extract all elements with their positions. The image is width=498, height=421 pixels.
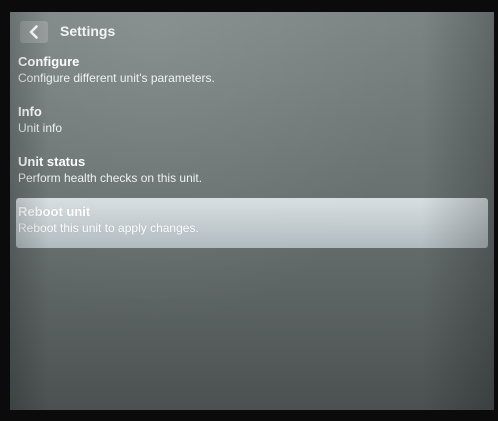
menu-item-title: Unit status	[18, 154, 86, 169]
chevron-left-icon	[29, 25, 38, 39]
settings-menu: Configure Configure different unit's par…	[10, 48, 494, 248]
menu-item-description: Perform health checks on this unit.	[18, 171, 203, 185]
menu-item-info[interactable]: Info Unit info	[10, 98, 494, 148]
page-title: Settings	[60, 23, 116, 39]
back-button[interactable]	[20, 21, 48, 43]
menu-item-description: Unit info	[18, 121, 63, 135]
menu-item-description: Configure different unit's parameters.	[18, 71, 215, 85]
menu-item-configure[interactable]: Configure Configure different unit's par…	[10, 48, 494, 98]
menu-item-title: Reboot unit	[18, 204, 91, 219]
menu-item-description: Reboot this unit to apply changes.	[18, 221, 199, 235]
app-header: Settings	[10, 12, 494, 46]
menu-item-reboot-unit[interactable]: Reboot unit Reboot this unit to apply ch…	[16, 198, 488, 248]
menu-item-title: Info	[18, 104, 42, 119]
menu-item-title: Configure	[18, 54, 80, 69]
menu-item-unit-status[interactable]: Unit status Perform health checks on thi…	[10, 148, 494, 198]
device-bezel: Settings Configure Configure different u…	[0, 0, 498, 421]
device-screen: Settings Configure Configure different u…	[10, 12, 494, 410]
